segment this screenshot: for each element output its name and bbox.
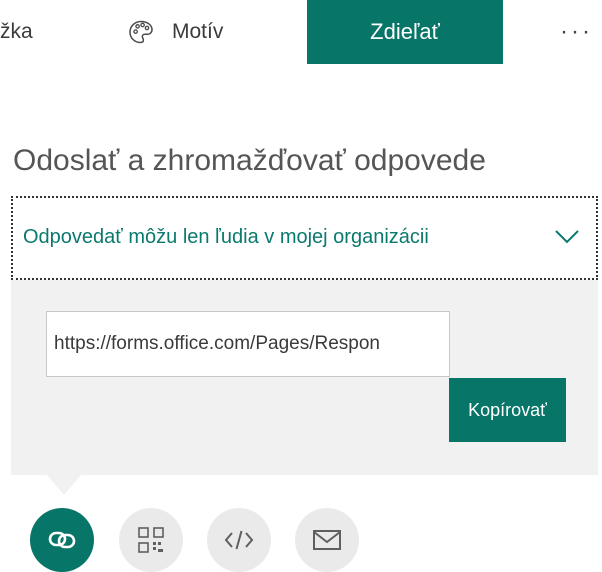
share-email-button[interactable] [295, 508, 359, 572]
toolbar: žka Motív Zdieľať ··· [0, 0, 602, 64]
share-link-input[interactable] [46, 311, 450, 377]
share-pane: žka Motív Zdieľať ··· Odoslať a zhromažď… [0, 0, 602, 572]
preview-label: žka [0, 20, 33, 43]
permission-dropdown[interactable]: Odpovedať môžu len ľudia v mojej organiz… [11, 196, 598, 280]
link-icon [48, 531, 76, 549]
more-options-button[interactable]: ··· [551, 0, 602, 64]
theme-button[interactable]: Motív [128, 0, 288, 64]
chevron-down-icon [555, 230, 579, 244]
preview-button[interactable]: žka [0, 0, 90, 64]
qr-code-icon [138, 527, 164, 553]
share-tab[interactable]: Zdieľať [307, 0, 503, 64]
share-qr-button[interactable] [119, 508, 183, 572]
share-embed-button[interactable] [207, 508, 271, 572]
share-label: Zdieľať [370, 19, 440, 44]
theme-label: Motív [172, 20, 224, 43]
share-link-button[interactable] [30, 508, 94, 572]
permission-dropdown-value: Odpovedať môžu len ľudia v mojej organiz… [23, 226, 429, 248]
link-panel: Kopírovať [11, 280, 598, 475]
palette-icon [129, 20, 153, 44]
section-title: Odoslať a zhromažďovať odpovede [13, 144, 486, 177]
email-icon [313, 530, 341, 550]
selected-method-pointer [47, 475, 81, 495]
copy-button[interactable]: Kopírovať [449, 378, 566, 442]
embed-code-icon [224, 530, 254, 550]
more-icon: ··· [560, 18, 593, 45]
